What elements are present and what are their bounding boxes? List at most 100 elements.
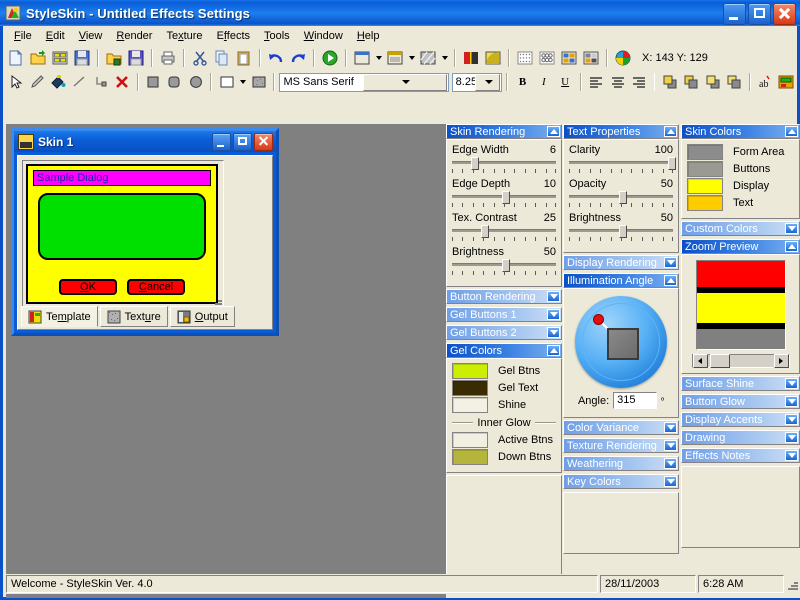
- menu-window[interactable]: Window: [297, 28, 350, 44]
- expand-toggle-button[interactable]: [664, 257, 677, 268]
- down-btns-color-swatch[interactable]: [452, 449, 488, 465]
- gel-text-color-swatch[interactable]: [452, 380, 488, 396]
- expand-toggle-button[interactable]: [785, 223, 798, 234]
- color-wheel-button[interactable]: [612, 47, 634, 69]
- color-split-button[interactable]: [460, 47, 482, 69]
- fill-tool-button[interactable]: [48, 71, 69, 93]
- save-as-button[interactable]: [125, 47, 147, 69]
- menu-tools[interactable]: Tools: [257, 28, 297, 44]
- collapse-toggle-button[interactable]: [547, 345, 560, 356]
- expand-toggle-button[interactable]: [664, 458, 677, 469]
- copy-button[interactable]: [211, 47, 233, 69]
- panel-skin-colors-header[interactable]: Skin Colors: [681, 124, 800, 139]
- illumination-angle-dial[interactable]: [575, 296, 667, 388]
- scroll-left-button[interactable]: [692, 354, 708, 368]
- text-label-button[interactable]: ab: [755, 71, 776, 93]
- bring-to-front-button[interactable]: [659, 71, 680, 93]
- print-button[interactable]: [157, 47, 179, 69]
- panel-effects-notes-header[interactable]: Effects Notes: [681, 448, 800, 463]
- expand-toggle-button[interactable]: [785, 450, 798, 461]
- zoom-preview-hscrollbar[interactable]: [691, 354, 790, 368]
- skin-minimize-button[interactable]: [212, 132, 231, 151]
- panel-color-variance-header[interactable]: Color Variance: [563, 420, 679, 435]
- shine-color-swatch[interactable]: [452, 397, 488, 413]
- menu-edit[interactable]: Edit: [39, 28, 72, 44]
- scroll-thumb[interactable]: [709, 354, 730, 368]
- panel-key-colors-header[interactable]: Key Colors: [563, 474, 679, 489]
- buttons-color-swatch[interactable]: [687, 161, 723, 177]
- cut-button[interactable]: [189, 47, 211, 69]
- redo-button[interactable]: [287, 47, 309, 69]
- pencil-tool-button[interactable]: [26, 71, 47, 93]
- expand-toggle-button[interactable]: [547, 327, 560, 338]
- mesh-pattern-button[interactable]: [536, 47, 558, 69]
- align-left-button[interactable]: [586, 71, 607, 93]
- gradient-sphere-button[interactable]: [482, 47, 504, 69]
- expand-toggle-button[interactable]: [547, 309, 560, 320]
- expand-toggle-button[interactable]: [664, 422, 677, 433]
- bold-button[interactable]: B: [512, 71, 533, 93]
- mosaic-pattern-button[interactable]: [580, 47, 602, 69]
- panel-drawing-header[interactable]: Drawing: [681, 430, 800, 445]
- delete-button[interactable]: [111, 71, 132, 93]
- tab-texture[interactable]: Texture: [99, 306, 168, 327]
- expand-toggle-button[interactable]: [664, 476, 677, 487]
- render-button[interactable]: [319, 47, 341, 69]
- panel-custom-colors-header[interactable]: Custom Colors: [681, 221, 800, 236]
- skin-design-canvas[interactable]: Sample Dialog OK Cancel: [22, 160, 224, 310]
- fill-style-button[interactable]: [216, 71, 237, 93]
- zoom-preview-image[interactable]: [695, 260, 786, 350]
- panel-surface-shine-header[interactable]: Surface Shine: [681, 376, 800, 391]
- tab-output[interactable]: Output: [169, 306, 235, 327]
- gel-btns-color-swatch[interactable]: [452, 363, 488, 379]
- italic-button[interactable]: I: [533, 71, 554, 93]
- close-button[interactable]: [773, 3, 796, 25]
- panel-gel-buttons-1-header[interactable]: Gel Buttons 1: [446, 307, 562, 322]
- window-resize-grip[interactable]: [786, 578, 798, 590]
- dial-handle-dot[interactable]: [593, 314, 604, 325]
- menu-file[interactable]: File: [7, 28, 39, 44]
- sample-cancel-button[interactable]: Cancel: [127, 279, 185, 295]
- panel-texture-rendering-header[interactable]: Texture Rendering: [563, 438, 679, 453]
- new-document-button[interactable]: [5, 47, 27, 69]
- panel-button-rendering-header[interactable]: Button Rendering: [446, 289, 562, 304]
- panel-gel-colors-header[interactable]: Gel Colors: [446, 343, 562, 358]
- menu-render[interactable]: Render: [109, 28, 159, 44]
- panel-illumination-angle-header[interactable]: Illumination Angle: [563, 273, 679, 288]
- open-import-button[interactable]: [27, 47, 49, 69]
- expand-toggle-button[interactable]: [664, 440, 677, 451]
- panel-button-glow-header[interactable]: Button Glow: [681, 394, 800, 409]
- tiles-pattern-button[interactable]: [558, 47, 580, 69]
- collapse-toggle-button[interactable]: [664, 126, 677, 137]
- panel-text-properties-header[interactable]: Text Properties: [563, 124, 679, 139]
- text-color-swatch[interactable]: [687, 195, 723, 211]
- slider-clarity-track[interactable]: [569, 157, 676, 170]
- font-size-dropdown-arrow[interactable]: [475, 73, 500, 91]
- node-edit-button[interactable]: [90, 71, 111, 93]
- menu-texture[interactable]: Texture: [159, 28, 209, 44]
- font-name-dropdown-arrow[interactable]: [362, 73, 447, 91]
- panel-display-accents-header[interactable]: Display Accents: [681, 412, 800, 427]
- apply-skin-button[interactable]: [776, 71, 797, 93]
- texture-fill-button[interactable]: [248, 71, 269, 93]
- slider-opacity-track[interactable]: [569, 191, 673, 204]
- send-to-back-button[interactable]: [681, 71, 702, 93]
- expand-toggle-button[interactable]: [785, 378, 798, 389]
- grid-palette-button[interactable]: [49, 47, 71, 69]
- line-tool-button[interactable]: [69, 71, 90, 93]
- texture-swatch-dropdown[interactable]: [439, 47, 450, 69]
- align-center-button[interactable]: [607, 71, 628, 93]
- angle-input[interactable]: 315: [613, 392, 658, 409]
- menu-view[interactable]: View: [72, 28, 110, 44]
- slider-edge-depth-track[interactable]: [452, 191, 556, 204]
- slider-brightness-track[interactable]: [452, 259, 556, 272]
- square-shape-button[interactable]: [143, 71, 164, 93]
- slider-edge-width-track[interactable]: [452, 157, 556, 170]
- maximize-button[interactable]: [748, 3, 771, 25]
- rounded-square-button[interactable]: [164, 71, 185, 93]
- window-panel-dropdown[interactable]: [406, 47, 417, 69]
- window-layout-button[interactable]: [351, 47, 373, 69]
- expand-toggle-button[interactable]: [785, 396, 798, 407]
- sample-ok-button[interactable]: OK: [59, 279, 117, 295]
- send-backward-button[interactable]: [723, 71, 744, 93]
